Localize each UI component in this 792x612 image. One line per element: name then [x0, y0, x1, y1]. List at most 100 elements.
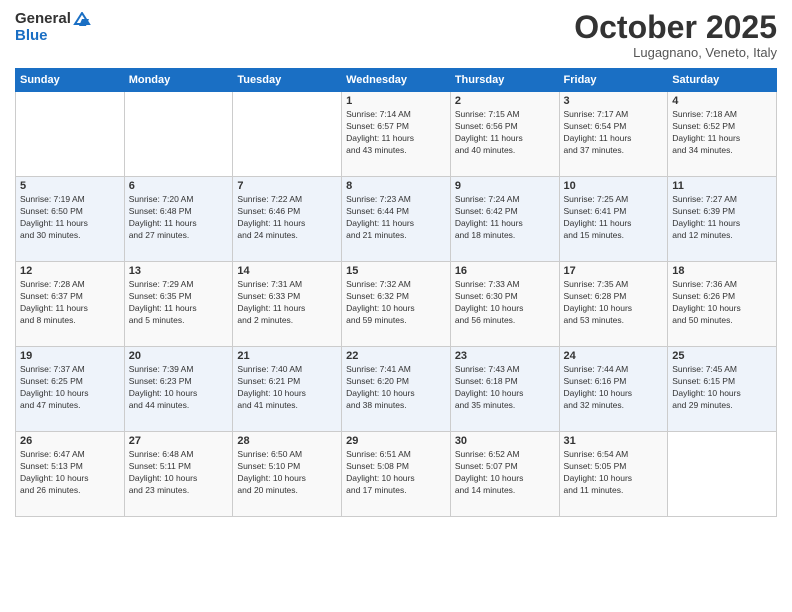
header: General Blue October 2025 Lugagnano, Ven… — [15, 10, 777, 60]
day-cell: 13Sunrise: 7:29 AMSunset: 6:35 PMDayligh… — [124, 262, 233, 347]
day-info: Sunrise: 7:24 AMSunset: 6:42 PMDaylight:… — [455, 194, 555, 242]
day-info: Sunrise: 7:36 AMSunset: 6:26 PMDaylight:… — [672, 279, 772, 327]
day-info: Sunrise: 7:39 AMSunset: 6:23 PMDaylight:… — [129, 364, 229, 412]
day-number: 31 — [564, 435, 664, 447]
day-cell: 15Sunrise: 7:32 AMSunset: 6:32 PMDayligh… — [342, 262, 451, 347]
day-cell: 20 Sunrise: 7:39 AMSunset: 6:23 PMDayligh… — [124, 347, 233, 432]
day-info: Sunrise: 7:27 AMSunset: 6:39 PMDaylight:… — [672, 194, 772, 242]
week-row-2: 5Sunrise: 7:19 AMSunset: 6:50 PMDaylight… — [16, 177, 777, 262]
week-row-1: 1Sunrise: 7:14 AMSunset: 6:57 PMDaylight… — [16, 92, 777, 177]
week-row-5: 26Sunrise: 6:47 AMSunset: 5:13 PMDayligh… — [16, 432, 777, 517]
day-info: Sunrise: 7:17 AMSunset: 6:54 PMDaylight:… — [564, 109, 664, 157]
day-cell — [233, 92, 342, 177]
day-cell: 3 Sunrise: 7:17 AMSunset: 6:54 PMDaylight… — [559, 92, 668, 177]
day-cell: 29 Sunrise: 6:51 AMSunset: 5:08 PMDayligh… — [342, 432, 451, 517]
day-number: 16 — [455, 265, 555, 277]
day-number: 24 — [564, 350, 664, 362]
day-number: 22 — [346, 350, 446, 362]
day-cell: 11 Sunrise: 7:27 AMSunset: 6:39 PMDayligh… — [668, 177, 777, 262]
day-number: 23 — [455, 350, 555, 362]
col-header-tuesday: Tuesday — [233, 69, 342, 92]
calendar-table: SundayMondayTuesdayWednesdayThursdayFrid… — [15, 68, 777, 517]
day-number: 6 — [129, 180, 229, 192]
day-number: 21 — [237, 350, 337, 362]
col-header-sunday: Sunday — [16, 69, 125, 92]
day-cell: 8 Sunrise: 7:23 AMSunset: 6:44 PMDaylight… — [342, 177, 451, 262]
day-cell: 7 Sunrise: 7:22 AMSunset: 6:46 PMDaylight… — [233, 177, 342, 262]
day-cell: 23 Sunrise: 7:43 AMSunset: 6:18 PMDayligh… — [450, 347, 559, 432]
col-header-friday: Friday — [559, 69, 668, 92]
day-cell: 2 Sunrise: 7:15 AMSunset: 6:56 PMDaylight… — [450, 92, 559, 177]
day-info: Sunrise: 7:22 AMSunset: 6:46 PMDaylight:… — [237, 194, 337, 242]
day-info: Sunrise: 7:41 AMSunset: 6:20 PMDaylight:… — [346, 364, 446, 412]
day-number: 7 — [237, 180, 337, 192]
day-info: Sunrise: 7:31 AMSunset: 6:33 PMDaylight:… — [237, 279, 337, 327]
logo-blue: Blue — [15, 27, 91, 44]
day-number: 29 — [346, 435, 446, 447]
day-cell: 1Sunrise: 7:14 AMSunset: 6:57 PMDaylight… — [342, 92, 451, 177]
day-cell: 19 Sunrise: 7:37 AMSunset: 6:25 PMDayligh… — [16, 347, 125, 432]
day-number: 11 — [672, 180, 772, 192]
day-info: Sunrise: 7:37 AMSunset: 6:25 PMDaylight:… — [20, 364, 120, 412]
day-info: Sunrise: 7:25 AMSunset: 6:41 PMDaylight:… — [564, 194, 664, 242]
logo-general: General — [15, 10, 91, 27]
day-cell: 31 Sunrise: 6:54 AMSunset: 5:05 PMDayligh… — [559, 432, 668, 517]
day-cell: 14 Sunrise: 7:31 AMSunset: 6:33 PMDayligh… — [233, 262, 342, 347]
day-number: 5 — [20, 180, 120, 192]
day-number: 9 — [455, 180, 555, 192]
day-info: Sunrise: 7:15 AMSunset: 6:56 PMDaylight:… — [455, 109, 555, 157]
day-cell: 24 Sunrise: 7:44 AMSunset: 6:16 PMDayligh… — [559, 347, 668, 432]
title-block: October 2025 Lugagnano, Veneto, Italy — [574, 10, 777, 60]
day-number: 26 — [20, 435, 120, 447]
day-number: 3 — [564, 95, 664, 107]
day-info: Sunrise: 6:48 AMSunset: 5:11 PMDaylight:… — [129, 449, 229, 497]
day-info: Sunrise: 7:28 AMSunset: 6:37 PMDaylight:… — [20, 279, 120, 327]
day-number: 19 — [20, 350, 120, 362]
day-cell: 12Sunrise: 7:28 AMSunset: 6:37 PMDayligh… — [16, 262, 125, 347]
day-info: Sunrise: 7:14 AMSunset: 6:57 PMDaylight:… — [346, 109, 446, 157]
day-info: Sunrise: 6:54 AMSunset: 5:05 PMDaylight:… — [564, 449, 664, 497]
day-info: Sunrise: 7:45 AMSunset: 6:15 PMDaylight:… — [672, 364, 772, 412]
day-info: Sunrise: 7:20 AMSunset: 6:48 PMDaylight:… — [129, 194, 229, 242]
day-info: Sunrise: 6:51 AMSunset: 5:08 PMDaylight:… — [346, 449, 446, 497]
col-header-saturday: Saturday — [668, 69, 777, 92]
logo: General Blue — [15, 10, 91, 45]
day-cell: 5Sunrise: 7:19 AMSunset: 6:50 PMDaylight… — [16, 177, 125, 262]
week-row-3: 12Sunrise: 7:28 AMSunset: 6:37 PMDayligh… — [16, 262, 777, 347]
page: General Blue October 2025 Lugagnano, Ven… — [0, 0, 792, 612]
day-cell: 18 Sunrise: 7:36 AMSunset: 6:26 PMDayligh… — [668, 262, 777, 347]
day-number: 30 — [455, 435, 555, 447]
day-info: Sunrise: 7:23 AMSunset: 6:44 PMDaylight:… — [346, 194, 446, 242]
day-cell: 25Sunrise: 7:45 AMSunset: 6:15 PMDayligh… — [668, 347, 777, 432]
day-cell: 10 Sunrise: 7:25 AMSunset: 6:41 PMDayligh… — [559, 177, 668, 262]
day-number: 20 — [129, 350, 229, 362]
day-cell: 4Sunrise: 7:18 AMSunset: 6:52 PMDaylight… — [668, 92, 777, 177]
day-info: Sunrise: 7:33 AMSunset: 6:30 PMDaylight:… — [455, 279, 555, 327]
day-info: Sunrise: 7:35 AMSunset: 6:28 PMDaylight:… — [564, 279, 664, 327]
day-info: Sunrise: 7:44 AMSunset: 6:16 PMDaylight:… — [564, 364, 664, 412]
col-header-monday: Monday — [124, 69, 233, 92]
day-cell: 6 Sunrise: 7:20 AMSunset: 6:48 PMDaylight… — [124, 177, 233, 262]
day-cell — [124, 92, 233, 177]
location: Lugagnano, Veneto, Italy — [574, 45, 777, 60]
day-cell: 22 Sunrise: 7:41 AMSunset: 6:20 PMDayligh… — [342, 347, 451, 432]
day-number: 14 — [237, 265, 337, 277]
day-cell: 26Sunrise: 6:47 AMSunset: 5:13 PMDayligh… — [16, 432, 125, 517]
day-cell: 27 Sunrise: 6:48 AMSunset: 5:11 PMDayligh… — [124, 432, 233, 517]
col-header-thursday: Thursday — [450, 69, 559, 92]
day-number: 10 — [564, 180, 664, 192]
day-info: Sunrise: 6:52 AMSunset: 5:07 PMDaylight:… — [455, 449, 555, 497]
day-cell: 28Sunrise: 6:50 AMSunset: 5:10 PMDayligh… — [233, 432, 342, 517]
day-info: Sunrise: 7:29 AMSunset: 6:35 PMDaylight:… — [129, 279, 229, 327]
day-number: 18 — [672, 265, 772, 277]
col-header-wednesday: Wednesday — [342, 69, 451, 92]
day-number: 15 — [346, 265, 446, 277]
day-number: 2 — [455, 95, 555, 107]
day-number: 28 — [237, 435, 337, 447]
day-cell — [668, 432, 777, 517]
day-info: Sunrise: 7:43 AMSunset: 6:18 PMDaylight:… — [455, 364, 555, 412]
day-cell: 16 Sunrise: 7:33 AMSunset: 6:30 PMDayligh… — [450, 262, 559, 347]
week-row-4: 19 Sunrise: 7:37 AMSunset: 6:25 PMDayligh… — [16, 347, 777, 432]
day-number: 27 — [129, 435, 229, 447]
day-number: 8 — [346, 180, 446, 192]
